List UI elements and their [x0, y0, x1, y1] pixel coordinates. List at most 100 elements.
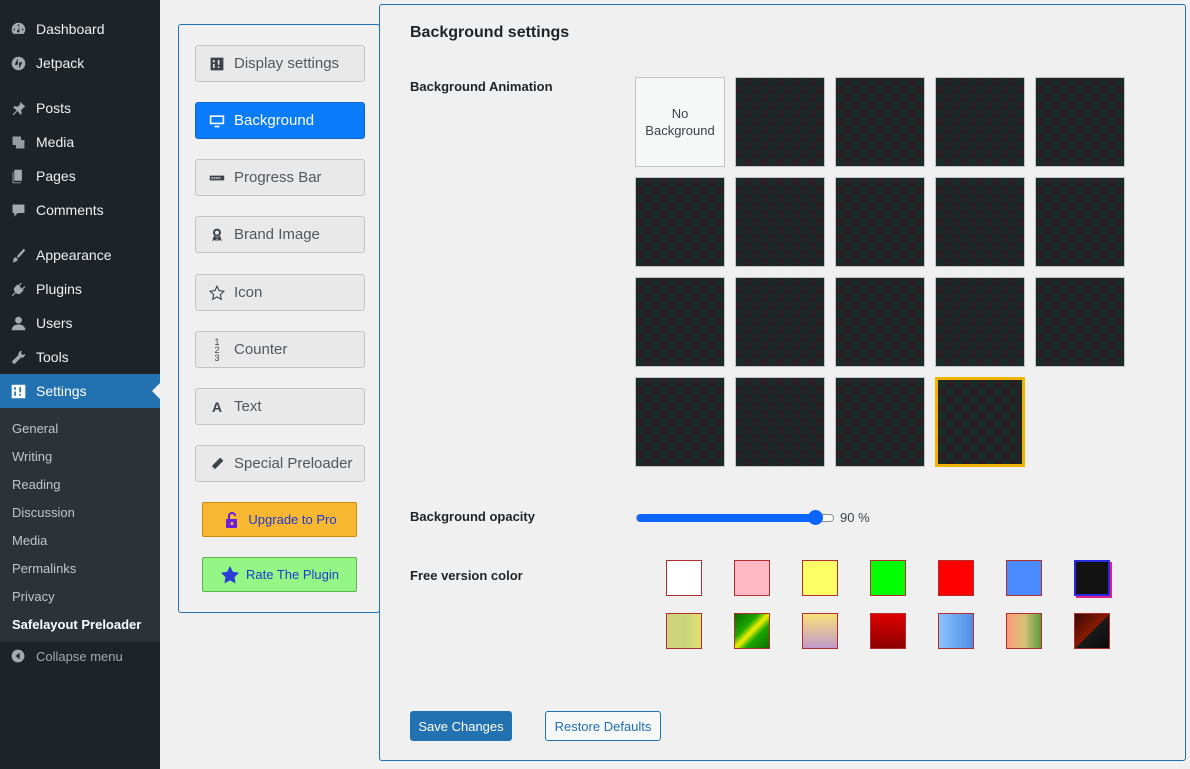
star-icon: [208, 284, 226, 302]
submenu-permalinks[interactable]: Permalinks: [0, 554, 160, 582]
submenu-general[interactable]: General: [0, 414, 160, 442]
background-animation-option[interactable]: [935, 277, 1025, 367]
background-animation-option[interactable]: [1035, 277, 1125, 367]
unlock-icon: [226, 511, 238, 528]
menu-settings[interactable]: Settings: [0, 374, 160, 408]
color-swatch[interactable]: [734, 613, 770, 649]
wrench-icon: [9, 348, 27, 366]
menu-separator: [0, 80, 160, 91]
upgrade-to-pro-button[interactable]: Upgrade to Pro: [202, 502, 357, 537]
background-animation-option[interactable]: [835, 277, 925, 367]
menu-media[interactable]: Media: [0, 125, 160, 159]
menu-users[interactable]: Users: [0, 306, 160, 340]
menu-label: Jetpack: [36, 55, 85, 71]
color-swatch[interactable]: [938, 613, 974, 649]
collapse-menu-button[interactable]: Collapse menu: [0, 642, 160, 670]
pin-icon: [9, 99, 27, 117]
menu-pages[interactable]: Pages: [0, 159, 160, 193]
background-animation-option[interactable]: [635, 277, 725, 367]
tab-icon[interactable]: Icon: [195, 274, 365, 311]
menu-label: Pages: [36, 168, 76, 184]
tab-label: Brand Image: [234, 226, 320, 243]
dashboard-icon: [9, 20, 27, 38]
tab-progress-bar[interactable]: Progress Bar: [195, 159, 365, 196]
award-icon: [208, 226, 226, 244]
background-animation-option[interactable]: [935, 177, 1025, 267]
tab-brand-image[interactable]: Brand Image: [195, 216, 365, 253]
collapse-label: Collapse menu: [36, 648, 123, 664]
menu-comments[interactable]: Comments: [0, 193, 160, 227]
save-changes-button[interactable]: Save Changes: [410, 711, 512, 741]
background-animation-option[interactable]: [735, 177, 825, 267]
color-swatch[interactable]: [666, 613, 702, 649]
color-swatch[interactable]: [734, 560, 770, 596]
background-animation-option[interactable]: [935, 77, 1025, 167]
rate-plugin-button[interactable]: Rate The Plugin: [202, 557, 357, 592]
menu-tools[interactable]: Tools: [0, 340, 160, 374]
menu-label: Appearance: [36, 247, 112, 263]
background-animation-option[interactable]: [835, 77, 925, 167]
color-swatch[interactable]: [1006, 613, 1042, 649]
menu-posts[interactable]: Posts: [0, 91, 160, 125]
tab-counter[interactable]: 123 Counter: [195, 331, 365, 368]
tab-label: Icon: [234, 284, 263, 301]
background-animation-option[interactable]: [735, 377, 825, 467]
background-animation-option[interactable]: [835, 177, 925, 267]
background-animation-option[interactable]: [635, 377, 725, 467]
restore-defaults-button[interactable]: Restore Defaults: [545, 711, 661, 741]
background-animation-option[interactable]: [735, 77, 825, 167]
color-swatch[interactable]: [870, 613, 906, 649]
tab-label: Special Preloader: [234, 455, 353, 472]
color-swatch[interactable]: [666, 560, 702, 596]
menu-label: Comments: [36, 202, 104, 218]
opacity-slider[interactable]: [636, 510, 834, 525]
page-title: Background settings: [410, 24, 570, 41]
menu-appearance[interactable]: Appearance: [0, 238, 160, 272]
progress-icon: [208, 169, 226, 187]
submenu-reading[interactable]: Reading: [0, 470, 160, 498]
color-swatch[interactable]: [802, 560, 838, 596]
menu-plugins[interactable]: Plugins: [0, 272, 160, 306]
tab-text[interactable]: A Text: [195, 388, 365, 425]
color-swatch[interactable]: [870, 560, 906, 596]
submenu-writing[interactable]: Writing: [0, 442, 160, 470]
no-background-option[interactable]: No Background: [635, 77, 725, 167]
submenu-media[interactable]: Media: [0, 526, 160, 554]
menu-label: Dashboard: [36, 21, 105, 37]
tab-display-settings[interactable]: Display settings: [195, 45, 365, 82]
color-swatch[interactable]: [1006, 560, 1042, 596]
plug-icon: [9, 280, 27, 298]
settings-icon: [9, 382, 27, 400]
submenu-privacy[interactable]: Privacy: [0, 582, 160, 610]
menu-label: Posts: [36, 100, 72, 116]
color-swatch[interactable]: [938, 560, 974, 596]
menu-jetpack[interactable]: Jetpack: [0, 46, 160, 80]
menu-label: Settings: [36, 383, 87, 399]
background-animation-option[interactable]: [935, 377, 1025, 467]
tab-special-preloader[interactable]: Special Preloader: [195, 445, 365, 482]
background-animation-label: Background Animation: [410, 79, 553, 94]
submenu-discussion[interactable]: Discussion: [0, 498, 160, 526]
color-swatch[interactable]: [802, 613, 838, 649]
submenu-safelayout-preloader[interactable]: Safelayout Preloader: [0, 610, 160, 638]
opacity-slider-fill: [637, 514, 816, 522]
background-animation-option[interactable]: [735, 277, 825, 367]
text-icon: A: [211, 398, 223, 415]
background-animation-option[interactable]: [635, 177, 725, 267]
comment-icon: [9, 201, 27, 219]
tab-label: Counter: [234, 341, 288, 358]
tab-background[interactable]: Background: [195, 102, 365, 139]
background-opacity-label: Background opacity: [410, 509, 535, 524]
background-animation-option[interactable]: [835, 377, 925, 467]
star-icon: [220, 565, 240, 583]
menu-separator: [0, 227, 160, 238]
menu-dashboard[interactable]: Dashboard: [0, 12, 160, 46]
background-animation-option[interactable]: [1035, 177, 1125, 267]
jetpack-icon: [9, 54, 27, 72]
background-animation-option[interactable]: [1035, 77, 1125, 167]
background-settings-panel: Background settings Background Animation…: [379, 4, 1186, 761]
color-swatch[interactable]: [1074, 613, 1110, 649]
admin-sidebar: Dashboard Jetpack Posts Media Pages Comm…: [0, 0, 160, 769]
color-swatch[interactable]: [1074, 560, 1110, 596]
opacity-slider-handle[interactable]: [808, 510, 824, 525]
